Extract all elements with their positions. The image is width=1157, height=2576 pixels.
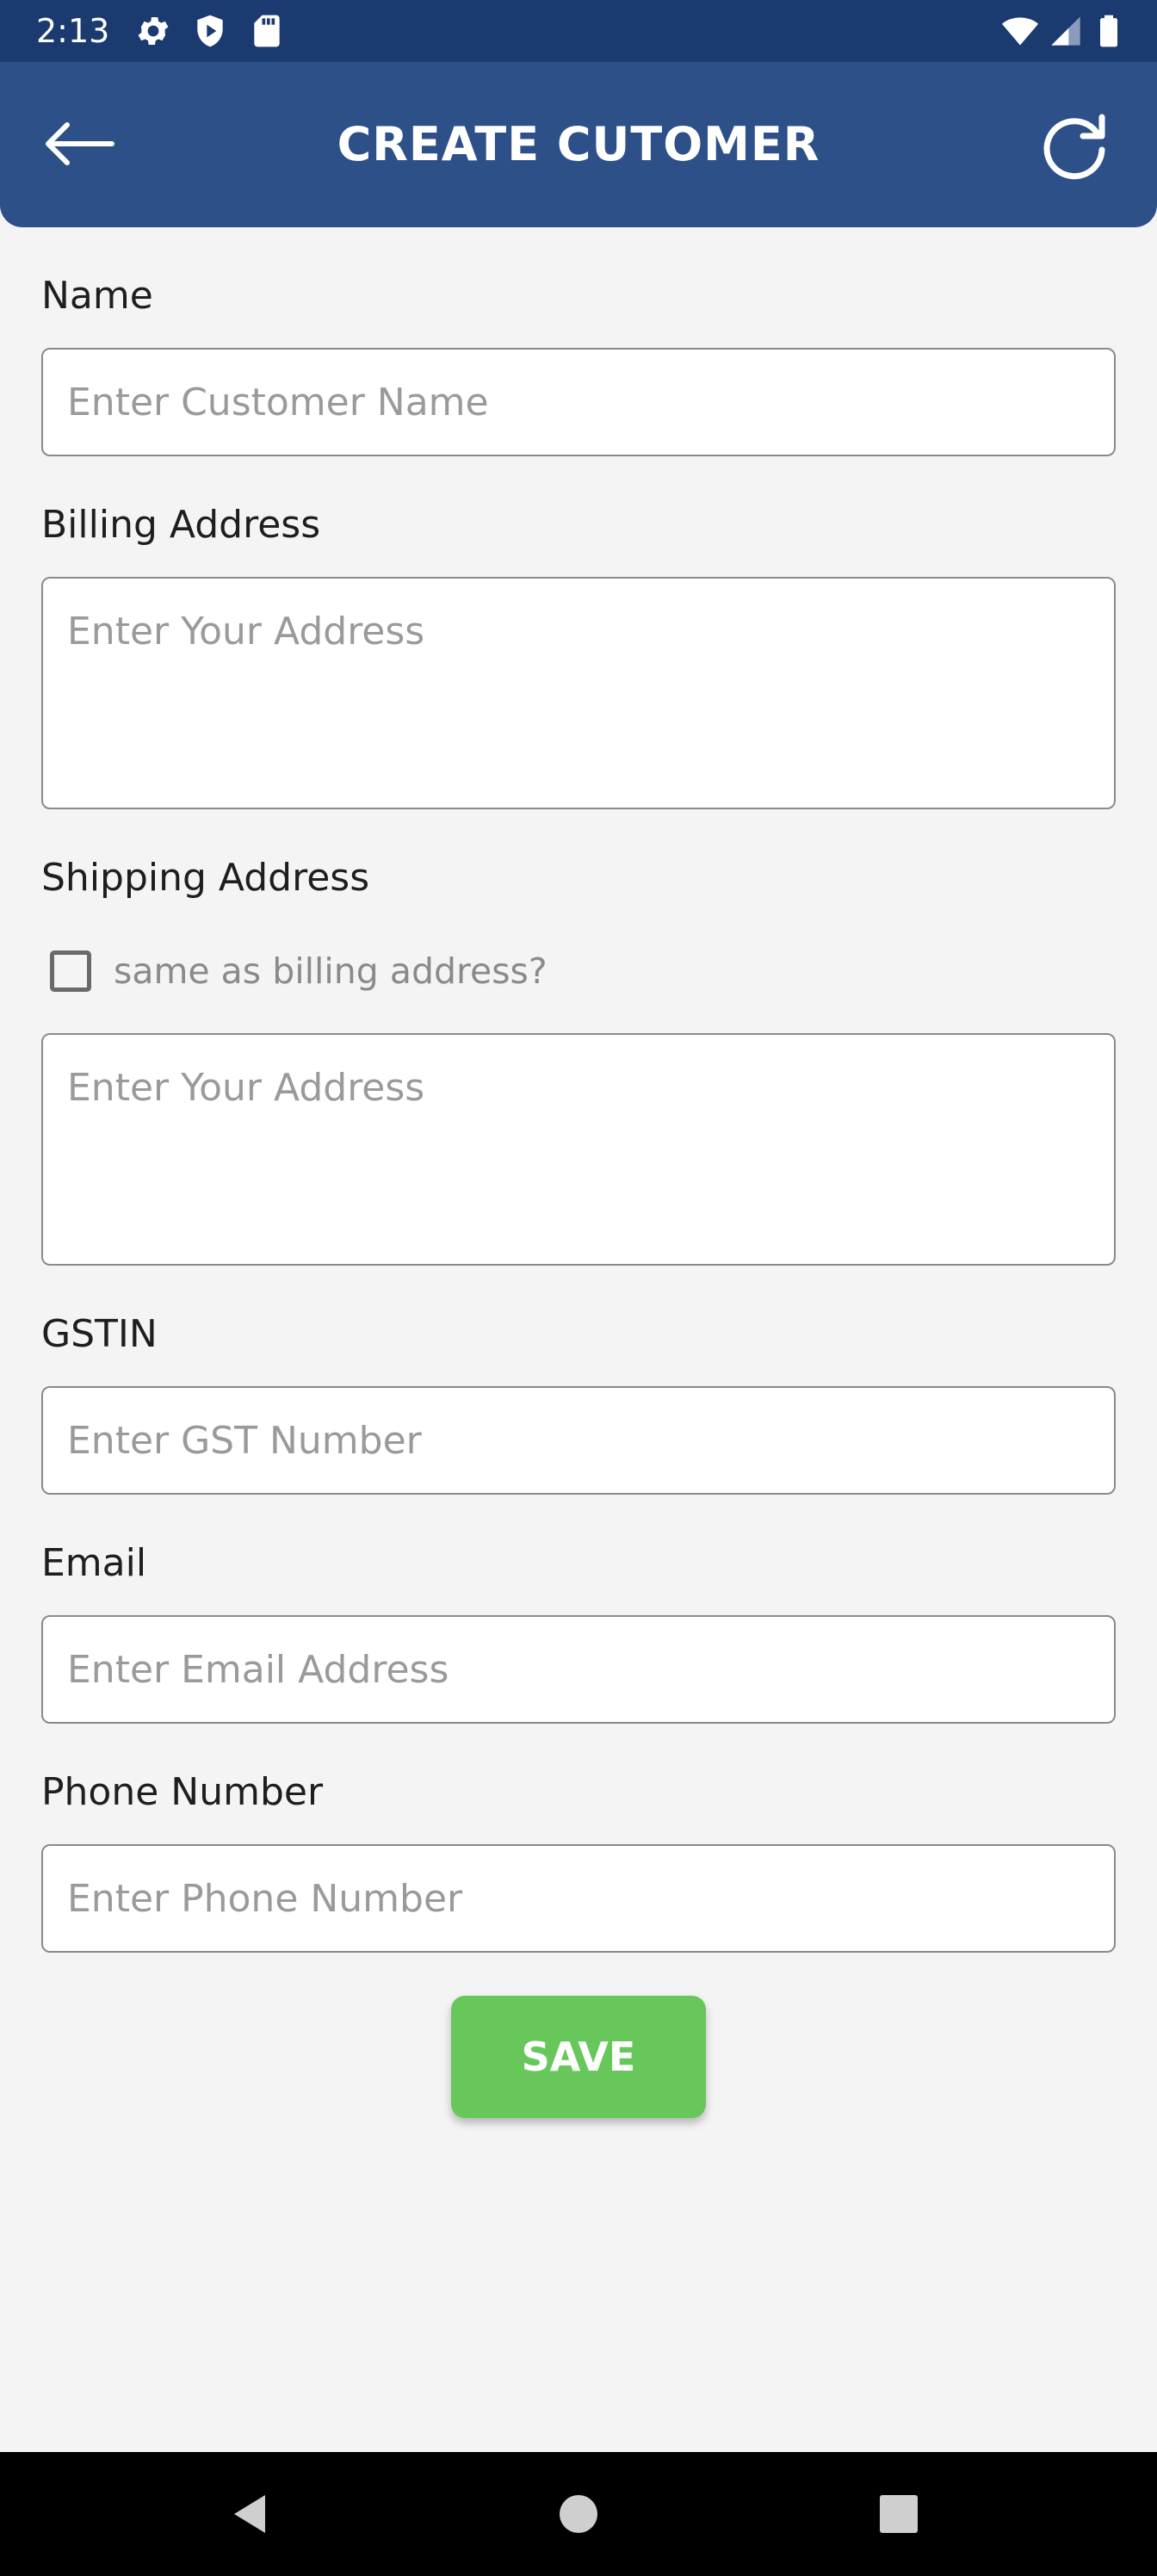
gstin-input[interactable] — [41, 1386, 1116, 1495]
billing-address-input[interactable] — [41, 577, 1116, 809]
back-button[interactable] — [36, 105, 122, 183]
same-as-billing-label: same as billing address? — [114, 951, 548, 992]
nav-back-button[interactable] — [226, 2486, 281, 2542]
nav-recents-button[interactable] — [871, 2486, 926, 2542]
page-title: CREATE CUTOMER — [337, 117, 820, 171]
battery-icon — [1092, 12, 1126, 50]
email-label: Email — [41, 1541, 147, 1585]
shipping-address-input[interactable] — [41, 1033, 1116, 1266]
status-time: 2:13 — [36, 12, 110, 50]
billing-address-label: Billing Address — [41, 503, 321, 547]
phone-number-input[interactable] — [41, 1844, 1116, 1953]
refresh-icon — [1043, 114, 1105, 180]
same-as-billing-checkbox-row[interactable]: same as billing address? — [50, 944, 548, 999]
recents-square-icon — [880, 2495, 918, 2533]
wifi-icon — [999, 12, 1042, 50]
gear-icon — [134, 12, 172, 50]
app-bar: CREATE CUTOMER — [0, 62, 1157, 227]
phone-number-label: Phone Number — [41, 1770, 324, 1814]
gstin-label: GSTIN — [41, 1312, 158, 1356]
customer-name-input[interactable] — [41, 348, 1116, 456]
signal-icon — [1049, 12, 1083, 50]
arrow-left-icon — [46, 122, 114, 165]
back-triangle-icon — [234, 2495, 265, 2533]
shipping-address-label: Shipping Address — [41, 856, 370, 900]
email-input[interactable] — [41, 1615, 1116, 1724]
name-label: Name — [41, 274, 153, 318]
nav-home-button[interactable] — [551, 2486, 606, 2542]
refresh-button[interactable] — [1033, 105, 1116, 188]
shield-play-icon — [191, 12, 229, 50]
home-circle-icon — [560, 2495, 597, 2533]
same-as-billing-checkbox[interactable] — [50, 951, 91, 992]
sd-card-icon — [248, 12, 286, 50]
system-nav-bar — [0, 2452, 1157, 2576]
status-bar: 2:13 — [0, 0, 1157, 62]
save-button[interactable]: SAVE — [451, 1996, 706, 2118]
